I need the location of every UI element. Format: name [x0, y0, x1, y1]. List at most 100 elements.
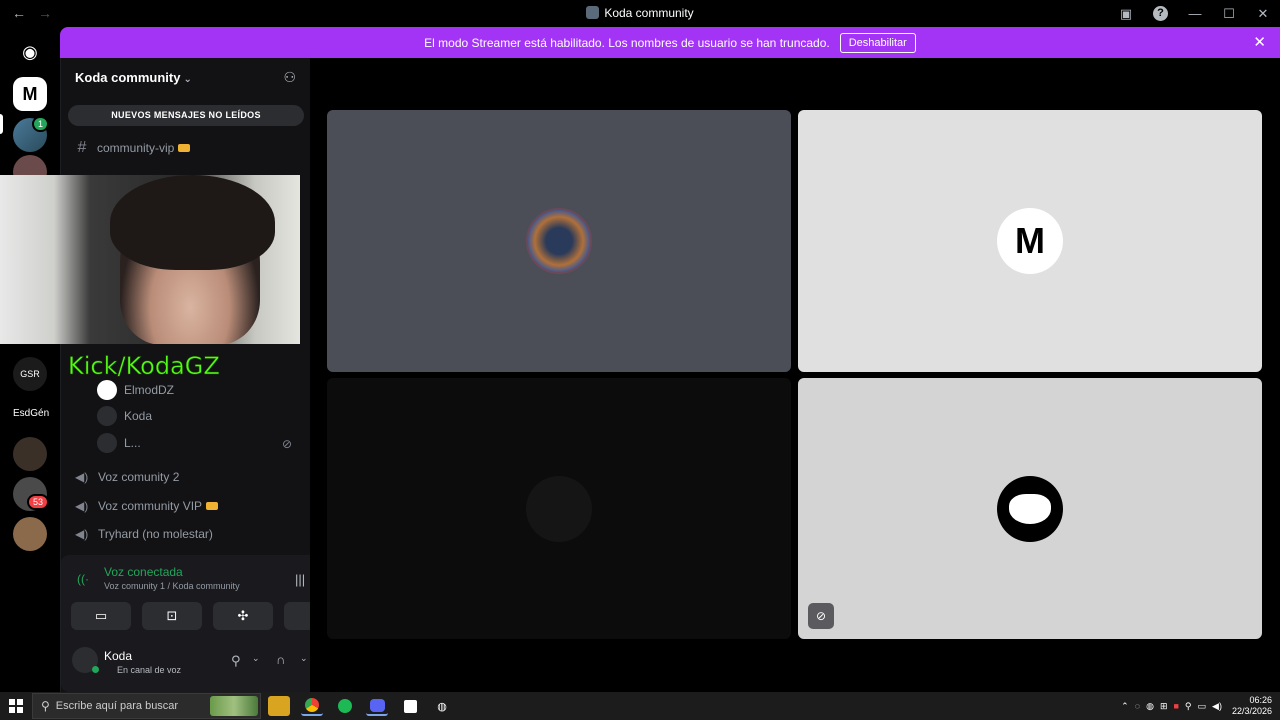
tray-app-icon[interactable]: ◍ [1146, 701, 1154, 712]
window-title: Koda community [0, 6, 1280, 20]
camera-off-icon: ▭ [94, 608, 108, 623]
title-bar: ← → Koda community ▣ ? — ☐ ✕ [0, 0, 1280, 27]
server-9[interactable] [13, 517, 47, 551]
screen-share-button[interactable]: ⊡ [142, 602, 202, 630]
avatar-mask [1009, 493, 1051, 524]
user-name: Koda [104, 649, 133, 663]
headphones-icon[interactable]: ∩ [276, 652, 285, 667]
voice-user-koda[interactable]: Koda [97, 406, 152, 426]
new-messages-pill[interactable]: NUEVOS MENSAJES NO LEÍDOS [68, 105, 304, 126]
participant-tile[interactable]: M [798, 110, 1262, 372]
maximize-button[interactable]: ☐ [1212, 6, 1246, 22]
speaker-icon: ◀) [75, 527, 89, 541]
server-list: ◉ M GSR EsdGén [0, 27, 60, 692]
online-status-dot [92, 666, 99, 673]
webcam-hair [110, 175, 275, 270]
voice-user-name: ElmodDZ [124, 383, 175, 397]
server-m[interactable]: M [13, 77, 47, 111]
chevron-down-icon[interactable]: ⌄ [300, 653, 308, 664]
participant-tile[interactable] [327, 110, 791, 372]
mic-muted-icon: ⊘ [282, 437, 293, 451]
stream-overlay-text: Kick/KodaGZ [68, 352, 220, 381]
unread-badge: 1 [32, 116, 50, 132]
server-gsr[interactable]: GSR [13, 357, 47, 391]
banner-message: El modo Streamer está habilitado. Los no… [424, 35, 830, 50]
speaker-icon: ◀) [75, 499, 89, 513]
voice-channel-2[interactable]: ◀) Voz comunity 2 [75, 470, 179, 484]
mic-muted-icon: ⊘ [808, 603, 834, 629]
user-status: En canal de voz [117, 665, 182, 675]
tray-app-icon[interactable]: ◌ [1135, 701, 1140, 711]
inbox-icon[interactable]: ▣ [1109, 6, 1143, 22]
vip-emoji [206, 502, 219, 510]
channel-community-vip[interactable]: # community-vip [75, 139, 191, 157]
chevron-up-icon[interactable]: ⌃ [1121, 701, 1129, 712]
voice-status[interactable]: Voz conectada [104, 565, 183, 579]
voice-channel-label: Voz comunity 2 [98, 470, 180, 484]
microphone-icon[interactable]: ⚲ [1185, 701, 1192, 712]
avatar [97, 433, 117, 453]
guild-name: Koda community [75, 70, 181, 85]
chrome-icon[interactable] [301, 696, 323, 716]
volume-icon[interactable]: ◀) [1212, 701, 1222, 712]
activities-button[interactable]: ✣ [213, 602, 273, 630]
help-icon[interactable]: ? [1153, 6, 1168, 21]
clock-date: 22/3/2026 [1231, 706, 1272, 716]
voice-user-name: L... [124, 436, 141, 450]
signal-icon: ((· [77, 572, 89, 586]
discord-icon[interactable] [366, 696, 388, 716]
add-user-icon[interactable]: ⚇ [283, 69, 296, 86]
chevron-down-icon[interactable]: ⌄ [252, 653, 260, 664]
clock[interactable]: 06:26 22/3/2026 [1232, 695, 1272, 717]
microphone-icon[interactable]: ⚲ [231, 653, 241, 669]
guild-header[interactable]: Koda community ⌄ [75, 70, 192, 85]
voice-channel-label: Voz community VIP [98, 499, 203, 513]
hash-icon: # [77, 139, 87, 156]
voice-channel-vip[interactable]: ◀) Voz community VIP [75, 499, 219, 513]
camera-button[interactable]: ▭ [71, 602, 131, 630]
vip-emoji [178, 144, 191, 152]
chevron-down-icon: ⌄ [183, 74, 192, 85]
participant-tile[interactable]: ⊘ [798, 378, 1262, 639]
search-highlight-image [210, 696, 258, 716]
voice-user-l[interactable]: L... [97, 433, 141, 453]
voice-channel-label: Tryhard (no molestar) [98, 527, 213, 541]
record-icon[interactable]: ■ [1173, 701, 1178, 711]
spotify-icon[interactable] [334, 696, 356, 716]
avatar [526, 475, 592, 542]
discord-home-icon[interactable]: ◉ [13, 35, 47, 69]
screen-share-icon: ⊡ [166, 608, 178, 623]
avatar: M [997, 208, 1063, 274]
store-icon[interactable] [399, 696, 421, 716]
mention-badge: 53 [27, 494, 50, 510]
search-placeholder: Escribe aquí para buscar [55, 700, 179, 712]
avatar [997, 475, 1063, 542]
close-button[interactable]: ✕ [1246, 6, 1280, 22]
selected-pip [0, 114, 3, 134]
search-icon: ⚲ [41, 699, 50, 713]
file-explorer-icon[interactable] [268, 696, 290, 716]
activities-icon: ✣ [237, 608, 249, 623]
streamer-mode-banner: El modo Streamer está habilitado. Los no… [60, 27, 1280, 58]
server-7[interactable] [13, 437, 47, 471]
disable-streamer-button[interactable]: Deshabilitar [839, 32, 916, 53]
voice-stage: M ⊘ [310, 58, 1280, 692]
taskbar-search[interactable]: ⚲ Escribe aquí para buscar [32, 693, 261, 719]
close-icon[interactable]: ✕ [1253, 33, 1266, 51]
noise-suppression-icon[interactable]: ||| [295, 572, 305, 587]
app-icon[interactable]: ◍ [431, 696, 453, 716]
speaker-icon: ◀) [75, 470, 89, 484]
voice-user-name: Koda [124, 409, 153, 423]
system-tray: ⌃ ◌ ◍ ⊞ ■ ⚲ ▭ ◀) 06:26 22/3/2026 [1115, 692, 1272, 720]
voice-user-elmoddz[interactable]: ElmodDZ [97, 380, 174, 400]
avatar [97, 380, 117, 400]
participant-tile[interactable] [327, 378, 791, 639]
voice-channel-tryhard[interactable]: ◀) Tryhard (no molestar) [75, 527, 213, 541]
voice-subtitle: Voz comunity 1 ​/ Koda community [104, 581, 240, 591]
channel-label: community-vip [97, 141, 175, 155]
server-esdgen[interactable]: EsdGén [13, 397, 53, 431]
tray-app-icon[interactable]: ⊞ [1160, 701, 1168, 712]
minimize-button[interactable]: — [1178, 6, 1212, 21]
windows-start-icon[interactable] [9, 699, 23, 713]
network-icon[interactable]: ▭ [1198, 701, 1207, 712]
